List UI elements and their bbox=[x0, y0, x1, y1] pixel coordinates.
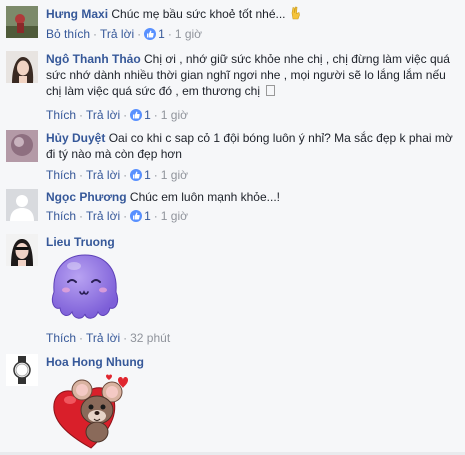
unlike-button[interactable]: Bỏ thích bbox=[46, 27, 90, 41]
like-icon bbox=[130, 210, 143, 222]
like-button[interactable]: Thích bbox=[46, 209, 76, 223]
like-button[interactable]: Thích bbox=[46, 168, 76, 182]
comment-text: Chúc em luôn mạnh khỏe...! bbox=[129, 190, 280, 204]
like-button[interactable]: Thích bbox=[46, 331, 76, 345]
comment-actions: Thích · Trả lời · 1 · 1 giờ bbox=[46, 209, 189, 223]
reply-button[interactable]: Trả lời bbox=[86, 209, 120, 223]
victory-hand-icon bbox=[289, 6, 303, 20]
comment-actions: Thích · Trả lời · 1 · 1 giờ bbox=[46, 108, 189, 122]
avatar[interactable] bbox=[6, 130, 38, 162]
timestamp[interactable]: 1 giờ bbox=[175, 27, 202, 41]
purple-octopus-sticker[interactable] bbox=[46, 252, 124, 327]
comment-item: Lieu Truong Thích · Trả lời · 32 phút bbox=[0, 228, 465, 348]
avatar[interactable] bbox=[6, 354, 38, 386]
unsupported-glyph-icon bbox=[266, 85, 276, 96]
like-icon bbox=[130, 109, 143, 121]
default-avatar-icon bbox=[6, 189, 38, 221]
timestamp[interactable]: 1 giờ bbox=[161, 209, 188, 223]
commenter-name[interactable]: Hoa Hong Nhung bbox=[46, 355, 144, 369]
like-icon bbox=[144, 28, 157, 40]
like-icon bbox=[130, 169, 143, 181]
comment-body: Hủy Duyệt Oai co khi c sap cỏ 1 đội bóng… bbox=[46, 130, 457, 162]
comment-item: Hủy Duyệt Oai co khi c sap cỏ 1 đội bóng… bbox=[0, 124, 465, 184]
reply-button[interactable]: Trả lời bbox=[86, 168, 120, 182]
comment-actions: Thích · Trả lời · 1 · 1 giờ bbox=[46, 168, 189, 182]
comment-body: Hoa Hong Nhung bbox=[46, 354, 457, 370]
comment-item: Hoa Hong Nhung bbox=[0, 348, 465, 452]
commenter-name[interactable]: Ngô Thanh Thảo bbox=[46, 52, 141, 66]
comment-text: Chúc mẹ bầu sức khoẻ tốt nhé... bbox=[111, 7, 286, 21]
comment-body: Ngọc Phương Chúc em luôn mạnh khỏe...! bbox=[46, 189, 457, 205]
avatar-image bbox=[6, 354, 38, 386]
comment-item: Hưng Maxi Chúc mẹ bầu sức khoẻ tốt nhé..… bbox=[0, 0, 465, 46]
commenter-name[interactable]: Ngọc Phương bbox=[46, 190, 127, 204]
like-button[interactable]: Thích bbox=[46, 108, 76, 122]
avatar-image bbox=[6, 130, 38, 162]
comment-text: Oai co khi c sap cỏ 1 đội bóng luôn ý nh… bbox=[46, 131, 453, 161]
reply-button[interactable]: Trả lời bbox=[100, 27, 134, 41]
like-count[interactable]: 1 bbox=[144, 108, 151, 122]
timestamp[interactable]: 32 phút bbox=[130, 331, 170, 345]
like-count[interactable]: 1 bbox=[158, 27, 165, 41]
avatar-image bbox=[6, 234, 38, 266]
mouse-heart-sticker[interactable] bbox=[46, 370, 136, 455]
comments-panel: Hưng Maxi Chúc mẹ bầu sức khoẻ tốt nhé..… bbox=[0, 0, 465, 452]
avatar[interactable] bbox=[6, 6, 38, 38]
timestamp[interactable]: 1 giờ bbox=[161, 108, 188, 122]
comment-item: Ngọc Phương Chúc em luôn mạnh khỏe...! T… bbox=[0, 184, 465, 228]
avatar[interactable] bbox=[6, 189, 38, 221]
avatar[interactable] bbox=[6, 51, 38, 83]
commenter-name[interactable]: Lieu Truong bbox=[46, 235, 115, 249]
comment-body: Ngô Thanh Thảo Chị ơi , nhớ giữ sức khỏe… bbox=[46, 51, 457, 99]
avatar-image bbox=[6, 51, 38, 83]
avatar[interactable] bbox=[6, 234, 38, 266]
comment-body: Hưng Maxi Chúc mẹ bầu sức khoẻ tốt nhé..… bbox=[46, 6, 457, 22]
avatar-image bbox=[6, 6, 38, 38]
comment-item: Ngô Thanh Thảo Chị ơi , nhớ giữ sức khỏe… bbox=[0, 46, 465, 124]
like-count[interactable]: 1 bbox=[144, 209, 151, 223]
comment-actions: Bỏ thích · Trả lời · 1 · 1 giờ bbox=[46, 27, 203, 41]
commenter-name[interactable]: Hưng Maxi bbox=[46, 7, 108, 21]
reply-button[interactable]: Trả lời bbox=[86, 331, 120, 345]
like-count[interactable]: 1 bbox=[144, 168, 151, 182]
comment-body: Lieu Truong bbox=[46, 234, 457, 250]
commenter-name[interactable]: Hủy Duyệt bbox=[46, 131, 105, 145]
comment-actions: Thích · Trả lời · 32 phút bbox=[46, 331, 171, 345]
timestamp[interactable]: 1 giờ bbox=[161, 168, 188, 182]
reply-button[interactable]: Trả lời bbox=[86, 108, 120, 122]
